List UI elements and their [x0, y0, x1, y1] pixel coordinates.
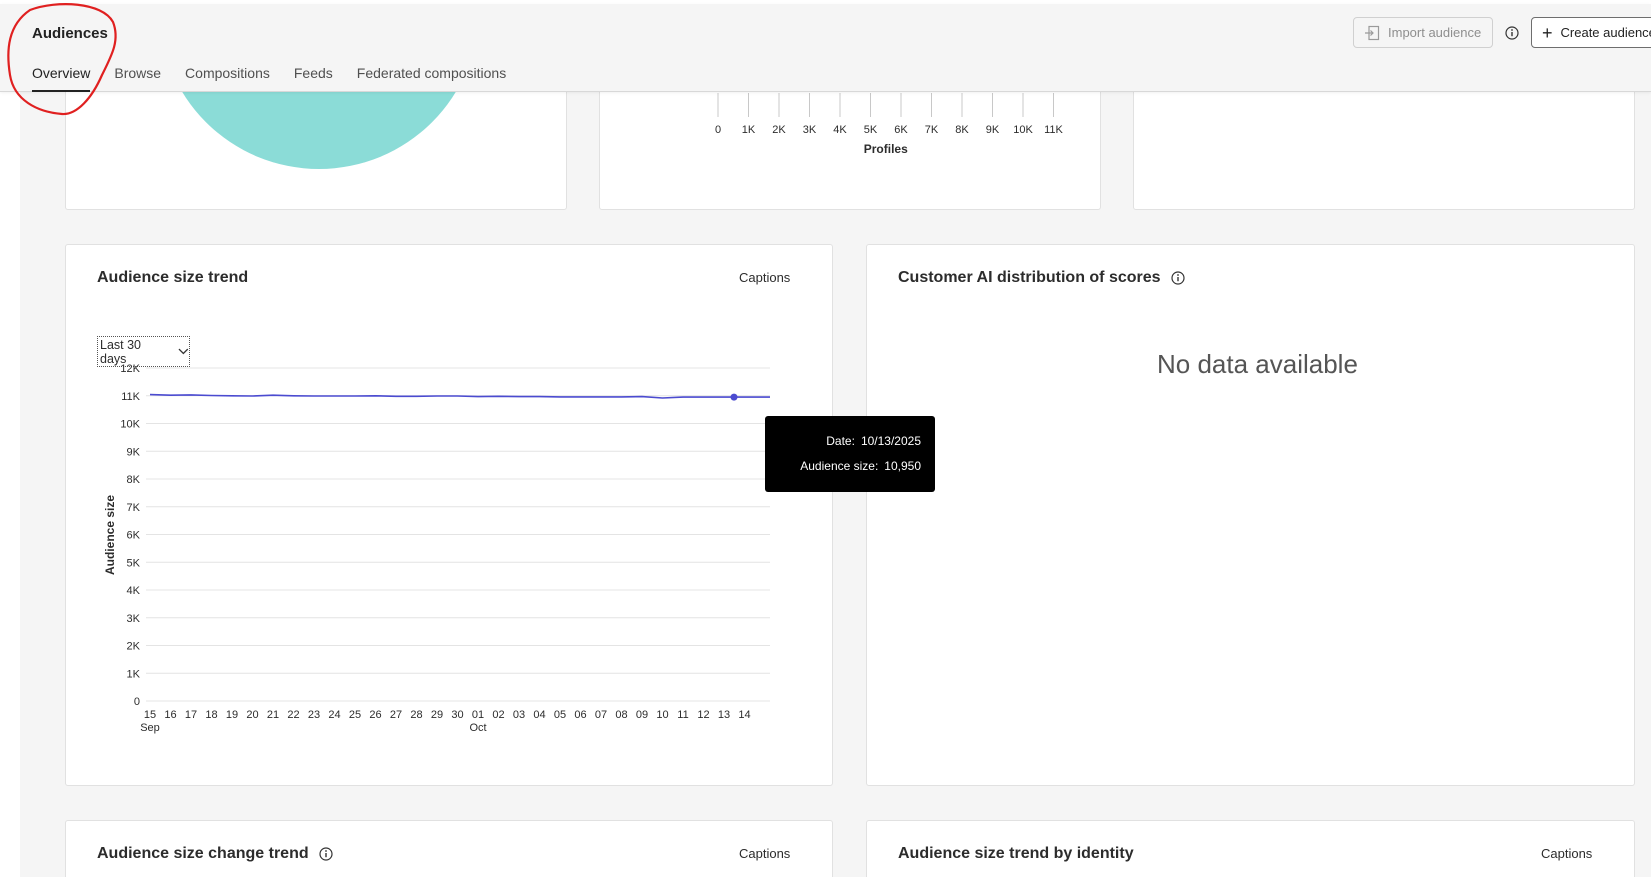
info-icon[interactable]	[1171, 271, 1185, 285]
x-tick-label: 09	[636, 709, 648, 721]
x-tick-label: 28	[410, 709, 422, 721]
x-tick-label: 10	[656, 709, 668, 721]
x-tick-label: 08	[615, 709, 627, 721]
x-tick-label: 11	[677, 709, 688, 721]
y-tick-label: 3K	[127, 613, 141, 625]
create-audience-label: Create audience	[1560, 25, 1651, 40]
highlighted-data-point[interactable]	[730, 393, 738, 401]
x-tick-label: 17	[185, 709, 197, 721]
audience-size-trend-card: Audience size trend Captions Last 30 day…	[65, 244, 833, 786]
import-audience-label: Import audience	[1388, 25, 1482, 40]
histogram-tick-label: 11K	[1044, 124, 1063, 136]
tooltip-size-label: Audience size:	[800, 459, 879, 473]
tooltip-size-value: 10,950	[884, 459, 921, 473]
x-tick-label: 21	[267, 709, 279, 721]
x-tick-label: 16	[164, 709, 176, 721]
y-tick-label: 11K	[121, 391, 140, 403]
x-tick-label: 04	[533, 709, 545, 721]
card-title: Audience size trend by identity	[898, 845, 1134, 862]
tab-overview[interactable]: Overview	[32, 65, 91, 92]
page-title: Audiences	[32, 25, 108, 42]
customer-ai-title: Customer AI distribution of scores	[898, 269, 1161, 286]
histogram-tick-label: 9K	[986, 124, 1000, 136]
y-tick-label: 10K	[120, 419, 140, 431]
tab-bar: Overview Browse Compositions Feeds Feder…	[32, 65, 530, 92]
audience-size-change-trend-card: Audience size change trend Captions	[65, 820, 833, 877]
info-icon[interactable]	[1505, 26, 1519, 40]
create-audience-button[interactable]: + Create audience	[1531, 17, 1651, 48]
histogram-tick-label: 10K	[1013, 124, 1033, 136]
y-tick-label: 8K	[127, 474, 141, 486]
histogram-tick-label: 2K	[772, 124, 786, 136]
histogram-tick-label: 3K	[803, 124, 817, 136]
no-data-message: No data available	[1157, 349, 1358, 379]
x-tick-label: 24	[328, 709, 340, 721]
audience-size-series-line	[149, 393, 770, 399]
customer-ai-card: Customer AI distribution of scores No da…	[866, 244, 1635, 786]
y-tick-label: 6K	[127, 530, 141, 542]
x-tick-label: 22	[287, 709, 299, 721]
tooltip-size-row: Audience size: 10,950	[800, 459, 921, 473]
y-tick-label: 0	[134, 696, 140, 708]
x-tick-label: 26	[369, 709, 381, 721]
tab-compositions[interactable]: Compositions	[185, 65, 270, 92]
plus-icon: +	[1542, 22, 1553, 43]
audience-size-trend-chart: 0 1K 2K 3K 4K 5K 6K 7K 8K 9K 10K 11K 12K 15 16 17 18 19 2…	[103, 363, 770, 734]
x-month-label: Sep	[140, 722, 160, 734]
x-tick-label: 01	[472, 709, 484, 721]
x-tick-label: 03	[513, 709, 525, 721]
import-audience-button[interactable]: Import audience	[1353, 17, 1493, 48]
x-tick-label: 30	[451, 709, 463, 721]
y-tick-label: 7K	[127, 502, 141, 514]
x-tick-label: 18	[205, 709, 217, 721]
audience-size-trend-by-identity-card: Audience size trend by identity Captions	[866, 820, 1635, 877]
histogram-tick-label: 0	[715, 124, 721, 136]
histogram-tick-label: 8K	[955, 124, 969, 136]
histogram-x-axis-label: Profiles	[864, 142, 908, 156]
histogram-tick-label: 4K	[833, 124, 847, 136]
x-tick-label: 15	[144, 709, 156, 721]
x-tick-label: 29	[431, 709, 443, 721]
y-axis-label: Audience size	[103, 495, 117, 575]
y-tick-label: 12K	[120, 363, 140, 375]
x-tick-label: 23	[308, 709, 320, 721]
x-month-label: Oct	[469, 722, 486, 734]
histogram-tick-label: 7K	[925, 124, 939, 136]
tab-browse[interactable]: Browse	[114, 65, 161, 92]
change-trend-title: Audience size change trend	[97, 845, 309, 862]
tab-feeds[interactable]: Feeds	[294, 65, 333, 92]
info-icon[interactable]	[319, 847, 333, 861]
page-header: Audiences Overview Browse Compositions F…	[0, 4, 1651, 92]
x-tick-label: 20	[246, 709, 258, 721]
captions-button[interactable]: Captions	[739, 846, 790, 861]
card-title: Audience size change trend	[97, 845, 333, 863]
tab-federated-compositions[interactable]: Federated compositions	[357, 65, 506, 92]
y-tick-label: 9K	[127, 446, 141, 458]
x-tick-label: 14	[738, 709, 750, 721]
x-tick-label: 25	[349, 709, 361, 721]
x-tick-label: 12	[697, 709, 709, 721]
card-title: Customer AI distribution of scores	[898, 269, 1185, 287]
captions-button[interactable]: Captions	[1541, 846, 1592, 861]
x-tick-label: 27	[390, 709, 402, 721]
histogram-tick-label: 6K	[894, 124, 908, 136]
chart-tooltip: Date: 10/13/2025 Audience size: 10,950	[765, 416, 935, 492]
x-tick-label: 19	[226, 709, 238, 721]
y-tick-label: 2K	[127, 641, 141, 653]
histogram-tick-label: 5K	[864, 124, 878, 136]
histogram-tick-label: 1K	[742, 124, 756, 136]
tooltip-date-label: Date:	[826, 434, 855, 448]
x-tick-label: 02	[492, 709, 504, 721]
x-tick-label: 13	[718, 709, 730, 721]
x-tick-label: 06	[574, 709, 586, 721]
tooltip-date-value: 10/13/2025	[860, 434, 921, 448]
import-icon	[1365, 25, 1380, 40]
y-tick-label: 4K	[127, 585, 141, 597]
tooltip-date-row: Date: 10/13/2025	[826, 434, 921, 448]
y-tick-label: 5K	[127, 557, 141, 569]
x-tick-label: 05	[554, 709, 566, 721]
y-tick-label: 1K	[127, 668, 141, 680]
x-tick-label: 07	[595, 709, 607, 721]
